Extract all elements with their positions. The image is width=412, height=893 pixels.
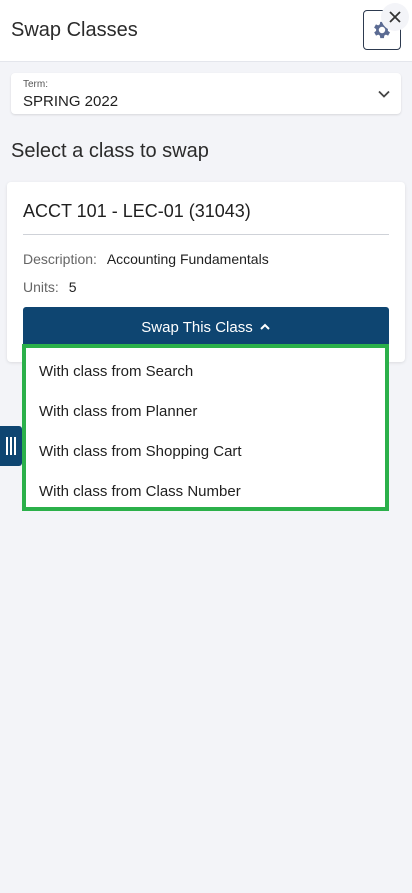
description-label: Description: [23,251,97,267]
chevron-up-icon [260,323,270,330]
menu-item-class-number[interactable]: With class from Class Number [39,483,241,500]
description-row: Description: Accounting Fundamentals [23,251,269,267]
drag-handle-icon [6,437,16,455]
units-label: Units: [23,279,59,295]
section-title: Select a class to swap [11,140,209,162]
menu-item-search[interactable]: With class from Search [39,363,193,380]
description-value: Accounting Fundamentals [106,251,269,267]
swap-class-button-label: Swap This Class [141,318,253,336]
units-value: 5 [68,279,77,295]
swap-options-menu: With class from Search With class from P… [22,344,389,511]
swap-class-button[interactable]: Swap This Class [23,307,389,347]
close-icon [389,11,401,23]
menu-item-shopping-cart[interactable]: With class from Shopping Cart [39,443,242,460]
term-value: SPRING 2022 [23,93,119,110]
divider [23,234,389,235]
app-header: Swap Classes [0,0,412,62]
term-select[interactable]: Term: SPRING 2022 [11,73,401,114]
close-button[interactable] [381,3,409,31]
units-row: Units: 5 [23,279,76,295]
chevron-down-icon [378,90,390,98]
term-label: Term: [23,79,48,90]
class-title: ACCT 101 - LEC-01 (31043) [23,201,251,221]
side-drawer-handle[interactable] [0,426,22,466]
page-title: Swap Classes [11,19,138,41]
menu-item-planner[interactable]: With class from Planner [39,403,197,420]
